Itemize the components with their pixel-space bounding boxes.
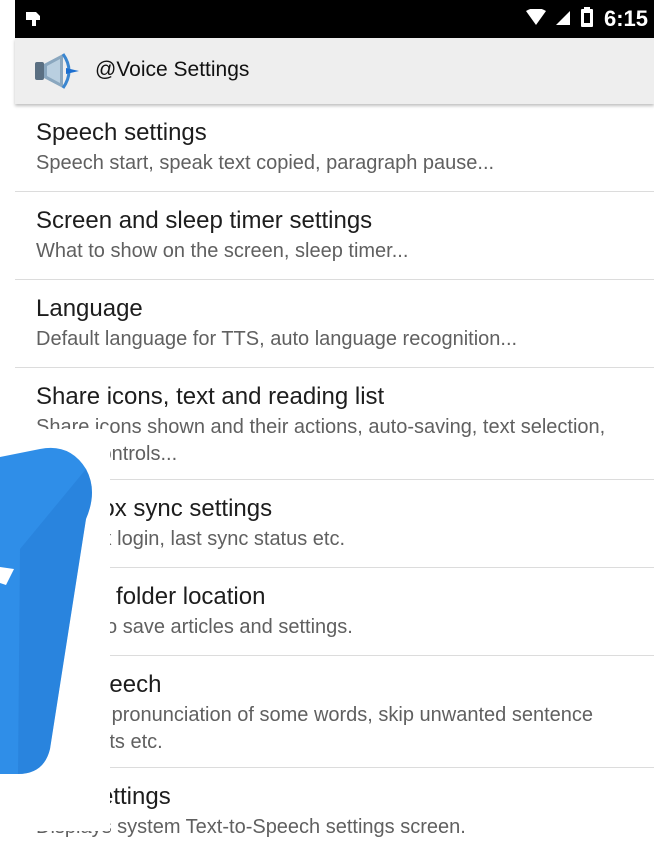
setting-title: Edit speech (36, 671, 162, 698)
setting-title: Language (36, 295, 143, 322)
app-bar: @Voice Settings (15, 38, 654, 104)
setting-title: Device folder location (36, 583, 266, 610)
setting-title: TTS settings (36, 783, 171, 810)
setting-subtitle: Share icons shown and their actions, aut… (36, 416, 606, 465)
setting-title: Speech settings (36, 119, 207, 146)
status-bar: 6:15 (15, 0, 654, 38)
app-title: @Voice Settings (95, 58, 250, 81)
setting-item-language[interactable]: Language Default language for TTS, auto … (15, 280, 654, 368)
setting-item-dropbox-sync[interactable]: Dropbox sync settings Dropbox login, las… (15, 480, 654, 568)
status-icons: 6:15 (525, 6, 648, 32)
status-time: 6:15 (603, 6, 648, 31)
setting-item-share-icons[interactable]: Share icons, text and reading list Share… (15, 368, 654, 480)
settings-list: Speech settings Speech start, speak text… (15, 104, 654, 848)
setting-item-tts[interactable]: TTS settings Displays system Text-to-Spe… (15, 768, 654, 848)
signal-icon (555, 9, 570, 30)
setting-item-screen-sleep-timer[interactable]: Screen and sleep timer settings What to … (15, 192, 654, 280)
setting-title: Screen and sleep timer settings (36, 207, 373, 234)
setting-subtitle: Speech start, speak text copied, paragra… (36, 152, 495, 174)
setting-item-edit-speech[interactable]: Edit speech Change pronunciation of some… (15, 656, 654, 768)
setting-title: Share icons, text and reading list (36, 383, 385, 410)
wifi-icon (525, 7, 546, 30)
blue-pentagon-logo-icon (0, 448, 92, 774)
battery-icon (580, 6, 594, 32)
setting-item-speech[interactable]: Speech settings Speech start, speak text… (15, 104, 654, 192)
setting-subtitle: Change pronunciation of some words, skip… (36, 704, 594, 753)
setting-subtitle: Displays system Text-to-Speech settings … (36, 816, 466, 838)
megaphone-icon[interactable] (33, 52, 81, 90)
setting-subtitle: Where to save articles and settings. (36, 616, 353, 638)
setting-subtitle: What to show on the screen, sleep timer.… (36, 240, 409, 262)
overlay-logo (0, 429, 110, 831)
setting-item-device-folder[interactable]: Device folder location Where to save art… (15, 568, 654, 656)
setting-subtitle: Default language for TTS, auto language … (36, 328, 518, 350)
setting-title: Dropbox sync settings (36, 495, 273, 522)
setting-subtitle: Dropbox login, last sync status etc. (36, 528, 346, 550)
usb-icon (23, 8, 43, 28)
